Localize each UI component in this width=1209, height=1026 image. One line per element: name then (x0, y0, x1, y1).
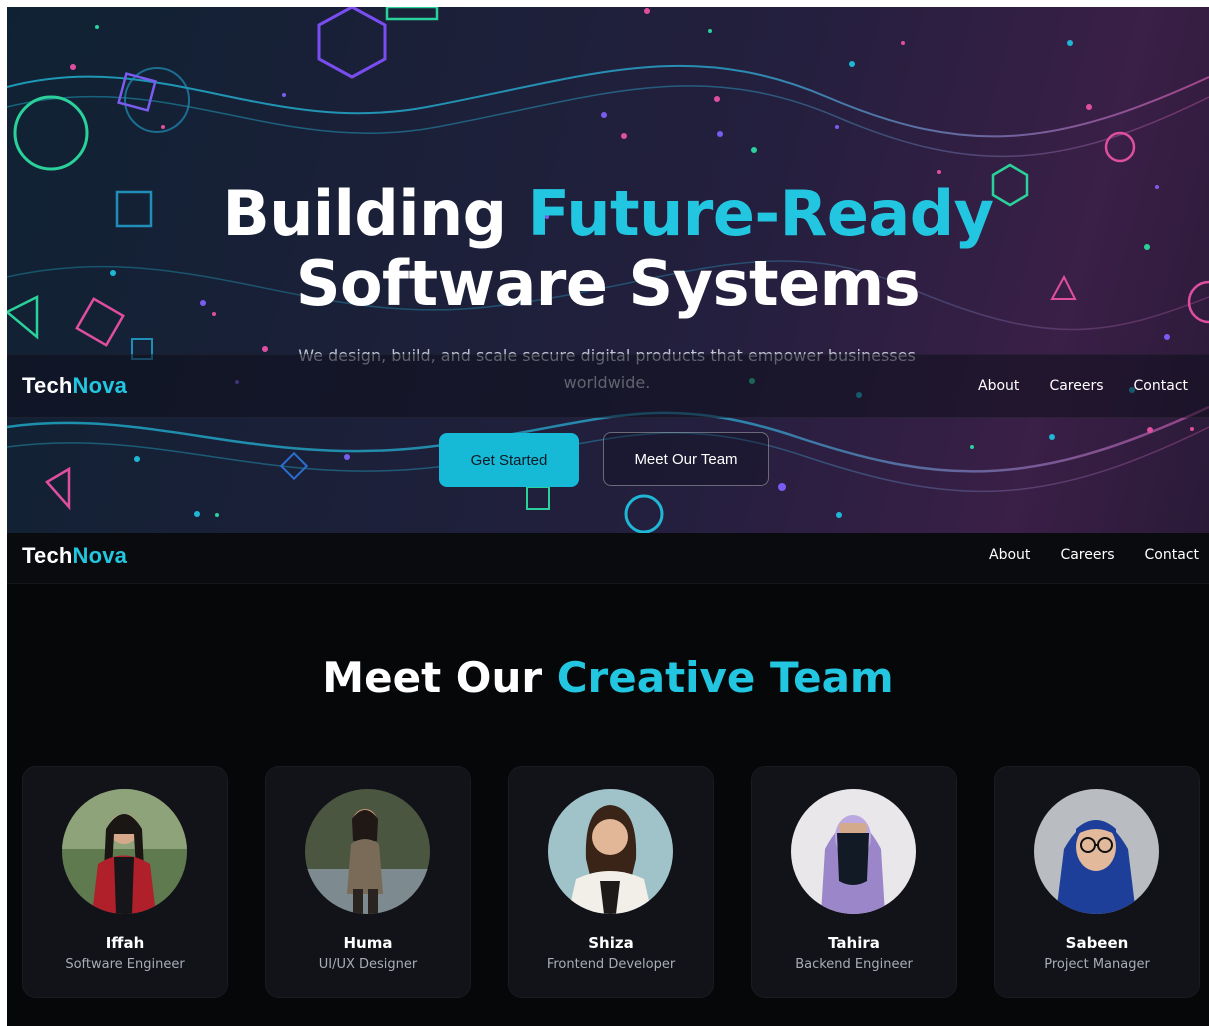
member-name: Iffah (105, 934, 145, 952)
nav-link-contact[interactable]: Contact (1145, 547, 1199, 563)
team-navbar: TechNova About Careers Contact (7, 533, 1209, 584)
member-photo (62, 789, 187, 914)
member-role: Backend Engineer (795, 957, 913, 972)
member-name: Huma (343, 934, 393, 952)
member-role: Software Engineer (65, 957, 185, 972)
nav-link-careers[interactable]: Careers (1049, 378, 1103, 394)
hero-title-line1: Building Future-Ready (222, 177, 994, 250)
avatar (1034, 789, 1159, 914)
member-photo (548, 789, 673, 914)
member-name: Sabeen (1065, 934, 1129, 952)
member-photo (791, 789, 916, 914)
nav-link-contact[interactable]: Contact (1134, 378, 1188, 394)
nav-link-about[interactable]: About (978, 378, 1019, 394)
hero-title-line2: Software Systems (295, 247, 921, 320)
team-cards: Iffah Software Engineer Huma UI/UX Desig… (22, 766, 1200, 998)
team-card[interactable]: Huma UI/UX Designer (265, 766, 471, 998)
meet-our-team-button[interactable]: Meet Our Team (603, 432, 769, 486)
hero-nav-links: About Careers Contact (978, 378, 1188, 394)
avatar (791, 789, 916, 914)
hero-navbar: TechNova About Careers Contact (7, 354, 1209, 418)
member-photo (1034, 789, 1159, 914)
member-photo (305, 789, 430, 914)
hero-section: Building Future-Ready Software Systems W… (7, 7, 1209, 533)
member-role: Project Manager (1044, 957, 1150, 972)
team-section: TechNova About Careers Contact Meet Our … (7, 533, 1209, 1026)
member-name: Tahira (828, 934, 880, 952)
nav-link-about[interactable]: About (989, 547, 1030, 563)
team-card[interactable]: Tahira Backend Engineer (751, 766, 957, 998)
get-started-button[interactable]: Get Started (439, 433, 579, 487)
hero-title: Building Future-Ready Software Systems (7, 179, 1209, 319)
avatar (305, 789, 430, 914)
member-role: Frontend Developer (546, 957, 676, 972)
hero-title-accent: Future-Ready (527, 177, 994, 250)
brand-logo-secondary[interactable]: TechNova (22, 543, 127, 569)
team-section-title: Meet Our Creative Team (322, 653, 894, 702)
page-frame: Building Future-Ready Software Systems W… (7, 7, 1209, 1026)
brand-logo[interactable]: TechNova (22, 373, 127, 399)
team-card[interactable]: Iffah Software Engineer (22, 766, 228, 998)
team-nav-links: About Careers Contact (989, 547, 1199, 563)
team-title-accent: Creative Team (556, 653, 894, 702)
team-card[interactable]: Shiza Frontend Developer (508, 766, 714, 998)
nav-link-careers[interactable]: Careers (1060, 547, 1114, 563)
team-card[interactable]: Sabeen Project Manager (994, 766, 1200, 998)
member-name: Shiza (588, 934, 634, 952)
member-role: UI/UX Designer (318, 957, 418, 972)
avatar (62, 789, 187, 914)
avatar (548, 789, 673, 914)
